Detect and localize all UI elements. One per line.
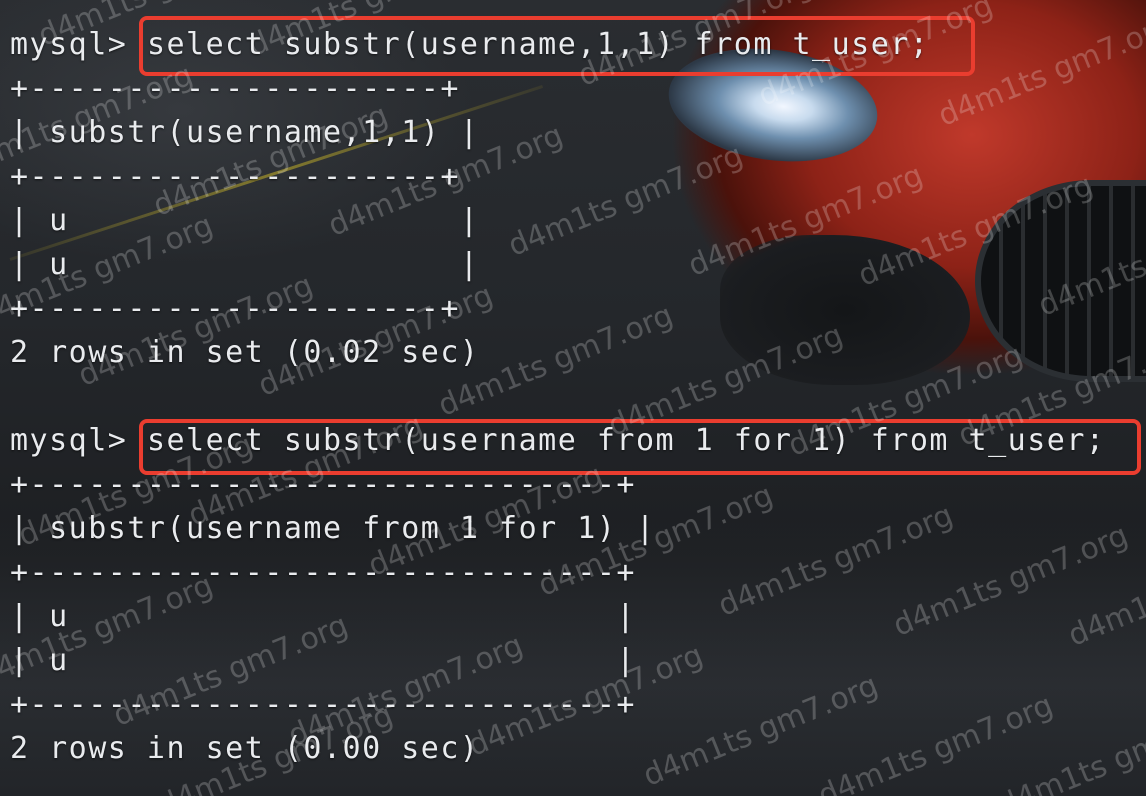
- table-border-top: +---------------------+: [10, 71, 460, 106]
- table-row: | u |: [10, 203, 480, 238]
- table-header: | substr(username,1,1) |: [10, 115, 480, 150]
- table-header: | substr(username from 1 for 1) |: [10, 511, 656, 546]
- result-footer: 2 rows in set (0.00 sec): [10, 731, 480, 766]
- table-border-mid: +---------------------+: [10, 159, 460, 194]
- highlight-box-query-1: [139, 16, 975, 76]
- table-row: | u |: [10, 247, 480, 282]
- table-border-bottom: +---------------------+: [10, 291, 460, 326]
- result-footer: 2 rows in set (0.02 sec): [10, 335, 480, 370]
- table-row: | u |: [10, 643, 636, 678]
- table-border-top: +------------------------------+: [10, 467, 636, 502]
- table-border-bottom: +------------------------------+: [10, 687, 636, 722]
- table-row: | u |: [10, 599, 636, 634]
- table-border-mid: +------------------------------+: [10, 555, 636, 590]
- terminal-output[interactable]: mysql> select substr(username,1,1) from …: [0, 0, 1146, 796]
- prompt: mysql>: [10, 423, 128, 458]
- prompt: mysql>: [10, 27, 128, 62]
